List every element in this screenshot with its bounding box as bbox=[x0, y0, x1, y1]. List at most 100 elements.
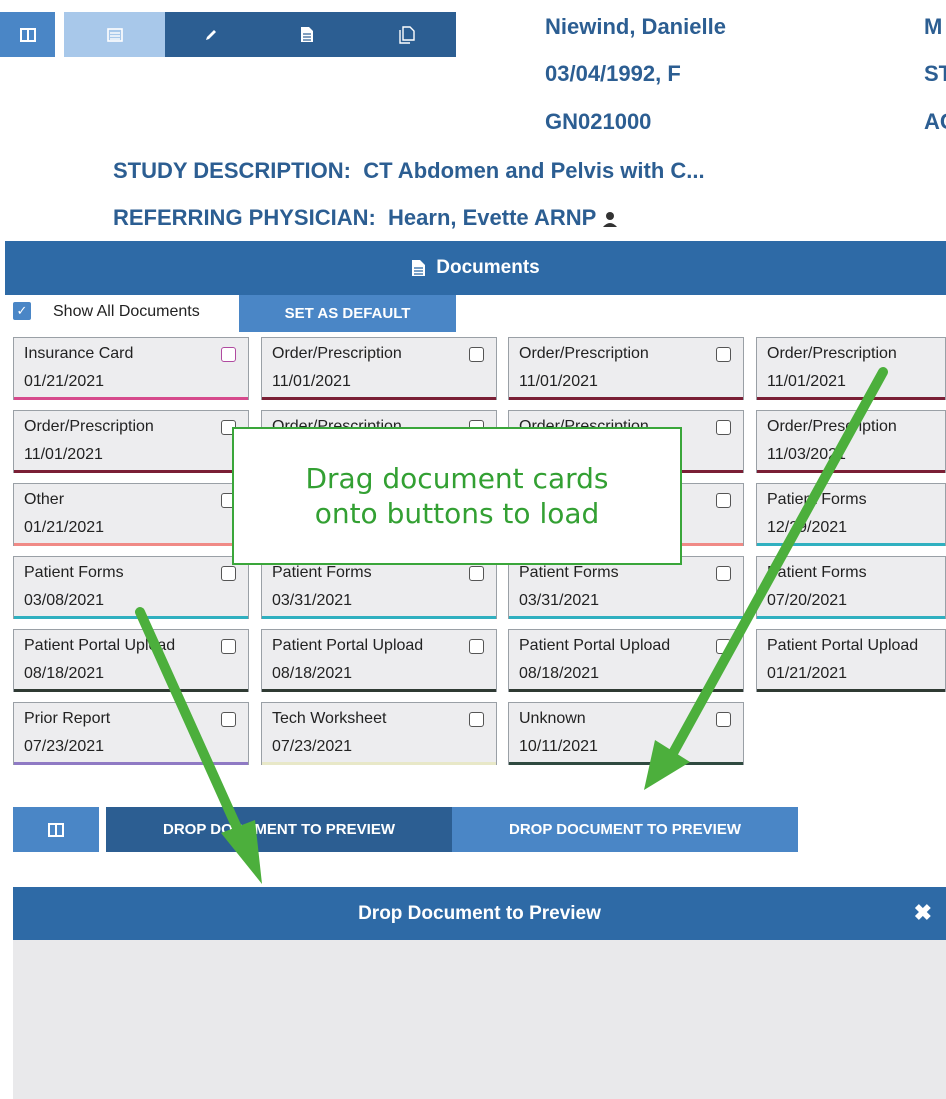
document-type-color-bar bbox=[757, 689, 945, 692]
document-card-title: Patient Forms bbox=[272, 564, 372, 581]
document-type-color-bar bbox=[14, 689, 248, 692]
study-description-value: CT Abdomen and Pelvis with C... bbox=[363, 158, 705, 183]
patient-field-right-2: ST bbox=[924, 61, 946, 86]
documents-copy-icon bbox=[398, 25, 415, 44]
document-card-title: Patient Portal Upload bbox=[767, 637, 919, 654]
physician-icon bbox=[603, 212, 618, 227]
document-card-title: Tech Worksheet bbox=[272, 710, 387, 727]
document-type-color-bar bbox=[14, 397, 248, 400]
document-card[interactable]: Order/Prescription 11/01/2021 bbox=[261, 337, 497, 400]
document-card[interactable]: Order/Prescription 11/01/2021 bbox=[13, 410, 249, 473]
document-card-checkbox[interactable] bbox=[221, 347, 236, 362]
document-card-title: Patient Forms bbox=[24, 564, 124, 581]
document-icon bbox=[300, 27, 313, 42]
document-card[interactable]: Patient Portal Upload 08/18/2021 bbox=[508, 629, 744, 692]
document-card[interactable]: Patient Portal Upload 01/21/2021 bbox=[756, 629, 946, 692]
document-card-title: Order/Prescription bbox=[272, 345, 402, 362]
documents-copy-button[interactable] bbox=[357, 12, 456, 57]
document-type-color-bar bbox=[14, 762, 248, 765]
document-card-checkbox[interactable] bbox=[716, 566, 731, 581]
document-card-checkbox[interactable] bbox=[221, 712, 236, 727]
document-card-date: 01/21/2021 bbox=[24, 519, 105, 536]
document-card-date: 08/18/2021 bbox=[519, 665, 600, 682]
list-view-button[interactable] bbox=[64, 12, 165, 57]
document-type-color-bar bbox=[757, 397, 945, 400]
document-card-checkbox[interactable] bbox=[716, 493, 731, 508]
document-card[interactable]: Patient Forms 03/08/2021 bbox=[13, 556, 249, 619]
show-all-documents-checkbox[interactable]: ✓ bbox=[13, 302, 31, 320]
document-type-color-bar bbox=[509, 762, 743, 765]
document-card-title: Order/Prescription bbox=[24, 418, 154, 435]
document-card-date: 11/01/2021 bbox=[519, 373, 598, 390]
document-card-checkbox[interactable] bbox=[469, 639, 484, 654]
set-as-default-button[interactable]: SET AS DEFAULT bbox=[239, 295, 456, 332]
document-card[interactable]: Patient Portal Upload 08/18/2021 bbox=[261, 629, 497, 692]
document-card[interactable]: Order/Prescription 11/01/2021 bbox=[756, 337, 946, 400]
document-card[interactable]: Other 01/21/2021 bbox=[13, 483, 249, 546]
patient-field-right-3: AC bbox=[924, 109, 946, 134]
drag-hint-line-2: onto buttons to load bbox=[314, 497, 600, 530]
document-card-date: 11/01/2021 bbox=[767, 373, 846, 390]
list-icon bbox=[106, 27, 123, 42]
document-card-date: 08/18/2021 bbox=[24, 665, 105, 682]
document-type-color-bar bbox=[262, 689, 496, 692]
document-card-title: Patient Forms bbox=[519, 564, 619, 581]
document-card-title: Patient Forms bbox=[767, 564, 867, 581]
document-card-checkbox[interactable] bbox=[716, 712, 731, 727]
document-card[interactable]: Unknown 10/11/2021 bbox=[508, 702, 744, 765]
edit-button[interactable] bbox=[165, 12, 256, 57]
document-card-title: Order/Prescription bbox=[519, 345, 649, 362]
drop-document-preview-left-button[interactable]: DROP DOCUMENT TO PREVIEW bbox=[106, 807, 452, 852]
document-card-date: 07/23/2021 bbox=[272, 738, 353, 755]
document-button[interactable] bbox=[256, 12, 357, 57]
patient-name: Niewind, Danielle bbox=[545, 14, 726, 39]
study-description-label: STUDY DESCRIPTION: bbox=[113, 158, 351, 183]
document-card-checkbox[interactable] bbox=[469, 712, 484, 727]
close-icon[interactable]: ✖ bbox=[914, 900, 932, 926]
document-card-date: 01/21/2021 bbox=[24, 373, 105, 390]
document-type-color-bar bbox=[757, 543, 945, 546]
document-card-title: Order/Prescription bbox=[767, 345, 897, 362]
split-view-icon bbox=[48, 822, 64, 837]
document-card-date: 11/01/2021 bbox=[272, 373, 351, 390]
document-type-color-bar bbox=[509, 689, 743, 692]
document-card[interactable]: Prior Report 07/23/2021 bbox=[13, 702, 249, 765]
referring-physician-value: Hearn, Evette ARNP bbox=[388, 205, 596, 230]
preview-drop-area[interactable] bbox=[13, 940, 946, 1099]
document-card[interactable]: Patient Forms 03/31/2021 bbox=[261, 556, 497, 619]
document-card-checkbox[interactable] bbox=[469, 347, 484, 362]
document-card[interactable]: Patient Forms 03/31/2021 bbox=[508, 556, 744, 619]
document-card[interactable]: Insurance Card 01/21/2021 bbox=[13, 337, 249, 400]
drag-hint-callout: Drag document cards onto buttons to load bbox=[232, 427, 682, 565]
document-card[interactable]: Order/Prescription 11/03/2021 bbox=[756, 410, 946, 473]
document-type-color-bar bbox=[262, 397, 496, 400]
document-card[interactable]: Patient Forms 12/29/2021 bbox=[756, 483, 946, 546]
referring-physician-label: REFERRING PHYSICIAN: bbox=[113, 205, 376, 230]
split-view-button[interactable] bbox=[0, 12, 55, 57]
document-card-date: 11/01/2021 bbox=[24, 446, 103, 463]
document-card-title: Patient Portal Upload bbox=[519, 637, 671, 654]
patient-id: GN021000 bbox=[545, 109, 652, 134]
document-card[interactable]: Order/Prescription 11/01/2021 bbox=[508, 337, 744, 400]
document-card-title: Insurance Card bbox=[24, 345, 134, 362]
preview-panel-title: Drop Document to Preview bbox=[358, 902, 601, 924]
document-card-date: 07/23/2021 bbox=[24, 738, 105, 755]
document-card-checkbox[interactable] bbox=[221, 566, 236, 581]
patient-dob-sex: 03/04/1992, F bbox=[545, 61, 681, 86]
drop-document-preview-right-button[interactable]: DROP DOCUMENT TO PREVIEW bbox=[452, 807, 798, 852]
document-icon bbox=[412, 260, 426, 276]
document-type-color-bar bbox=[757, 470, 945, 473]
document-card-title: Patient Portal Upload bbox=[272, 637, 424, 654]
document-card-checkbox[interactable] bbox=[716, 420, 731, 435]
document-card-checkbox[interactable] bbox=[716, 639, 731, 654]
document-card-checkbox[interactable] bbox=[716, 347, 731, 362]
document-card-checkbox[interactable] bbox=[469, 566, 484, 581]
split-view-toggle-button[interactable] bbox=[13, 807, 99, 852]
drag-hint-line-1: Drag document cards bbox=[305, 462, 609, 495]
document-card-date: 07/20/2021 bbox=[767, 592, 848, 609]
document-card[interactable]: Tech Worksheet 07/23/2021 bbox=[261, 702, 497, 765]
document-card-checkbox[interactable] bbox=[221, 639, 236, 654]
document-card[interactable]: Patient Forms 07/20/2021 bbox=[756, 556, 946, 619]
document-card[interactable]: Patient Portal Upload 08/18/2021 bbox=[13, 629, 249, 692]
document-type-color-bar bbox=[14, 470, 248, 473]
